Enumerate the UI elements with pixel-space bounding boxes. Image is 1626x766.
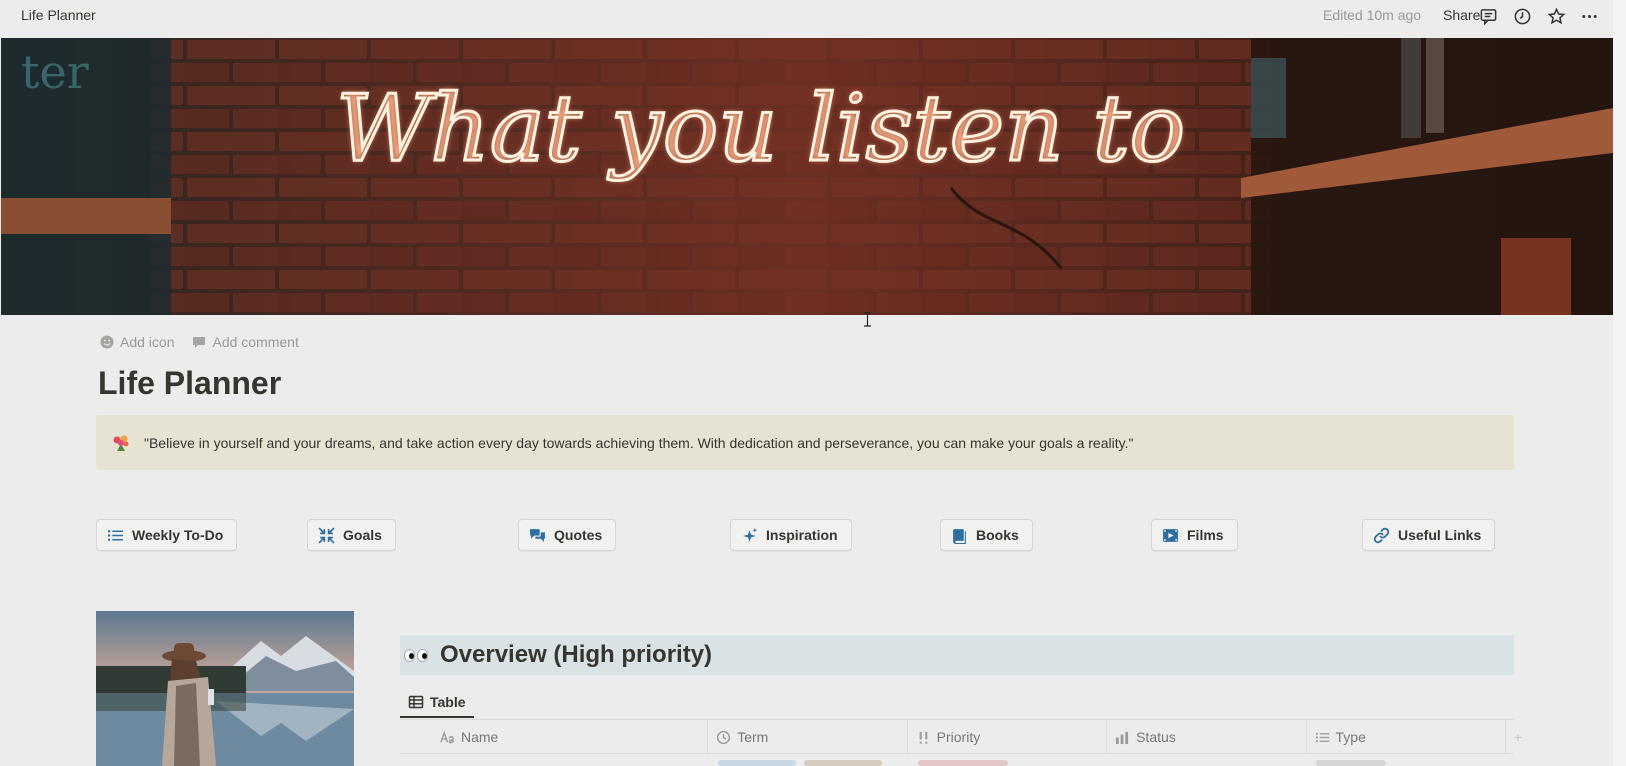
add-comment-button[interactable]: Add comment [192,334,299,350]
cover-image[interactable]: ter What you listen to What you listen t… [1,38,1613,315]
star-icon[interactable] [1545,5,1567,27]
quotes-link-button[interactable]: Quotes [518,519,617,551]
clock-history-icon[interactable] [1511,5,1533,27]
quotes-label: Quotes [554,527,603,543]
add-column-button[interactable]: + [1506,720,1522,754]
add-comment-label: Add comment [212,334,299,350]
page-meta-actions: Add icon Add comment [100,334,299,350]
status-icon [1116,731,1129,744]
cover-neon-text: What you listen to [336,75,1185,182]
text-aa-icon [440,730,454,743]
books-link-button[interactable]: Books [940,519,1033,551]
column-label-priority: Priority [936,729,981,745]
tab-table-view[interactable]: Table [400,688,474,718]
compress-arrows-icon [318,526,335,544]
row-tag-hint [804,760,882,766]
add-icon-label: Add icon [120,334,175,350]
row-tag-hint [1316,760,1386,766]
films-link-button[interactable]: Films [1151,519,1238,551]
eyes-icon [404,648,430,662]
books-label: Books [976,527,1019,543]
overview-title: Overview (High priority) [440,641,713,668]
column-label-type: Type [1335,729,1366,745]
row-tag-hint [718,760,796,766]
table-icon [408,695,424,709]
goals-link-button[interactable]: Goals [307,519,396,551]
column-header-priority[interactable]: Priority [908,720,1108,754]
film-icon [1162,527,1179,544]
exclamation-icon [919,731,927,744]
link-icon [1373,527,1390,544]
quote-callout[interactable]: "Believe in yourself and your dreams, an… [96,415,1514,470]
inspiration-label: Inspiration [766,527,838,543]
useful-links-label: Useful Links [1398,527,1482,543]
weekly-todo-link-button[interactable]: Weekly To-Do [96,519,238,551]
comment-icon [193,337,206,348]
edited-timestamp: Edited 10m ago [1323,7,1422,23]
more-icon[interactable] [1578,5,1600,27]
row-tag-hint [918,760,1008,766]
useful-links-link-button[interactable]: Useful Links [1362,519,1496,551]
clock-icon [717,730,731,744]
list-icon [1315,732,1329,742]
goals-label: Goals [343,527,382,543]
column-header-type[interactable]: Type [1307,720,1506,754]
column-header-status[interactable]: Status [1107,720,1307,754]
top-bar: Life Planner Edited 10m ago Share [0,0,1613,37]
breadcrumb[interactable]: Life Planner [19,6,98,24]
sparkles-icon [741,527,758,544]
films-label: Films [1187,527,1224,543]
column-header-name[interactable]: Name [400,720,709,754]
overview-heading[interactable]: Overview (High priority) [400,635,1514,675]
vertical-scrollbar[interactable] [1613,0,1626,766]
woman-lake-photo[interactable] [96,611,354,766]
table-header-row: Name Term Priority Status Type + [400,720,1522,754]
page-title[interactable]: Life Planner [98,365,281,402]
inspiration-link-button[interactable]: Inspiration [730,519,852,551]
list-icon [107,527,124,544]
column-label-status: Status [1136,729,1176,745]
table-tab-label: Table [430,694,466,710]
notion-page: Life Planner Edited 10m ago Share ter Wh… [0,0,1626,766]
column-header-term[interactable]: Term [708,720,908,754]
callout-text: "Believe in yourself and your dreams, an… [144,434,1134,451]
smiley-icon [100,335,114,349]
chat-bubbles-icon [529,527,546,544]
svg-text:ter: ter [21,45,89,99]
add-icon-button[interactable]: Add icon [100,334,174,350]
column-label-term: Term [737,729,769,745]
flower-bouquet-icon [113,435,129,451]
column-label-name: Name [461,729,499,745]
book-icon [951,527,968,544]
comment-icon[interactable] [1477,5,1499,27]
weekly-todo-label: Weekly To-Do [132,527,224,543]
text-cursor-icon [864,312,871,327]
